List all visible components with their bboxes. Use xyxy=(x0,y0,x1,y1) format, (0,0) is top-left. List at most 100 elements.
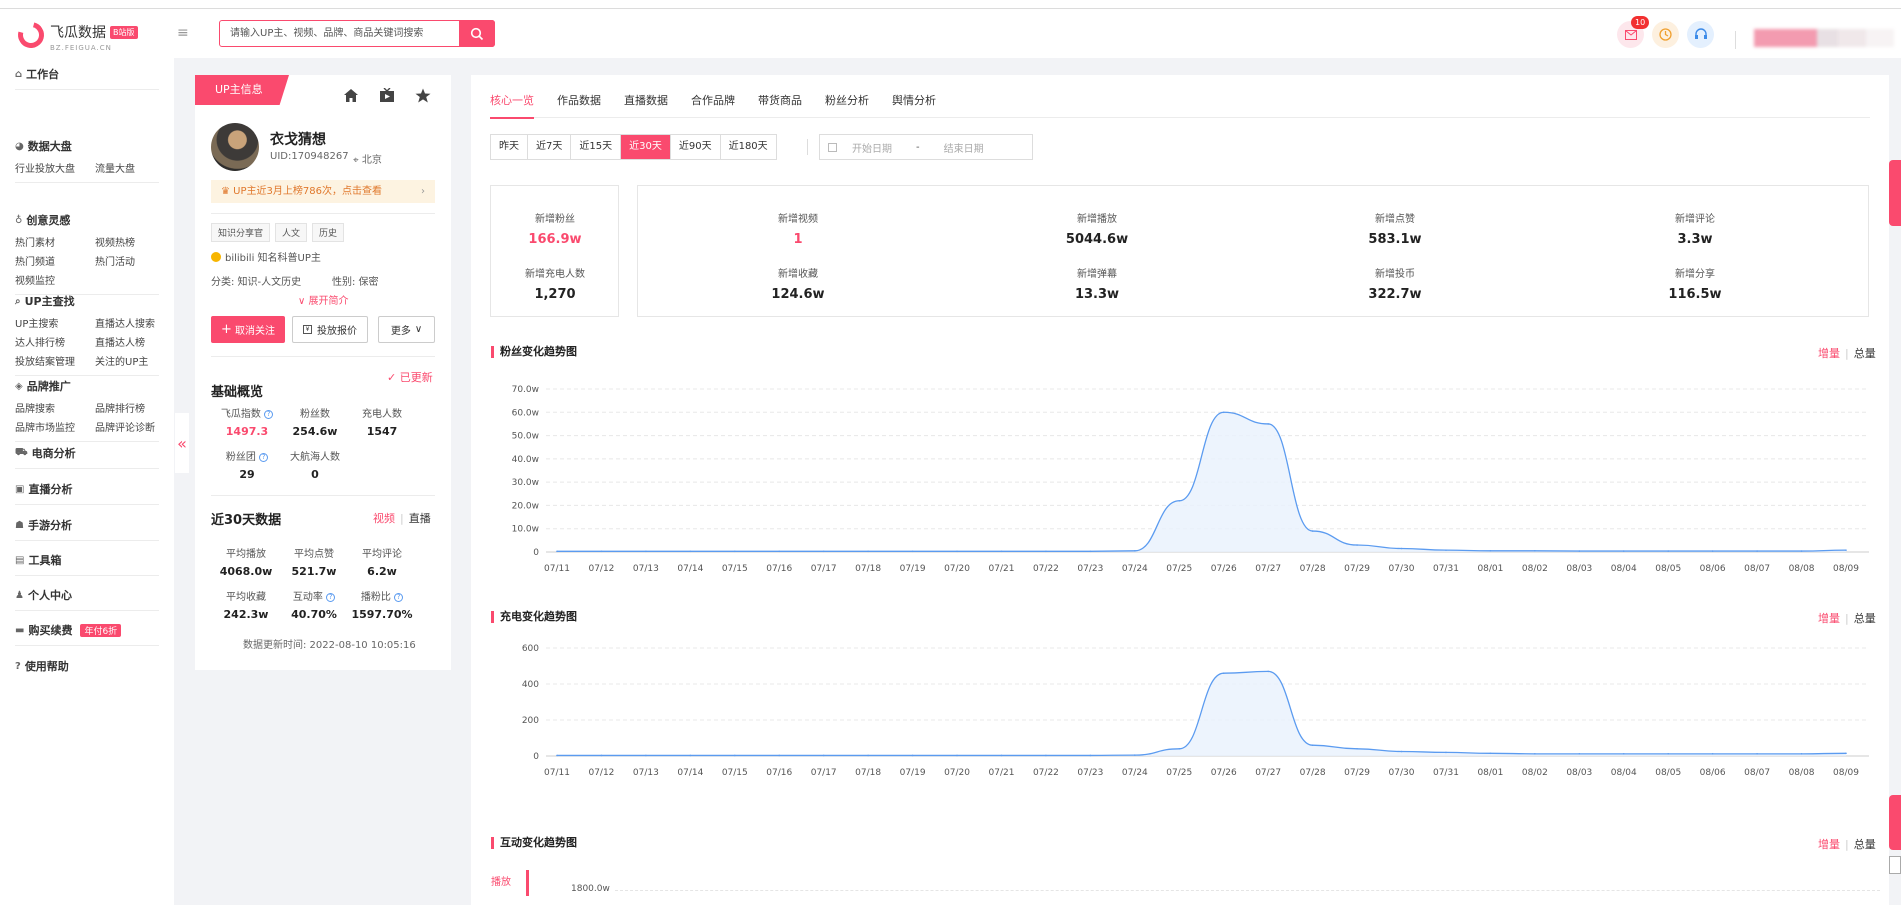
sidebar-link[interactable]: 投放结案管理 xyxy=(15,353,95,368)
data-point[interactable] xyxy=(1622,550,1625,552)
data-point[interactable] xyxy=(733,550,736,553)
message-button[interactable]: 10 xyxy=(1617,16,1650,48)
data-point[interactable] xyxy=(1134,754,1136,756)
sidebar-link[interactable]: 视频热榜 xyxy=(95,234,159,249)
data-point[interactable] xyxy=(689,550,692,553)
ad-quote-button[interactable]: ¥ 投放报价 xyxy=(292,316,368,343)
sidebar-link[interactable]: 达人排行榜 xyxy=(15,334,95,349)
sidebar-item-cart[interactable]: ⛟ 电商分析 xyxy=(15,445,159,461)
video-icon[interactable] xyxy=(376,86,398,104)
data-point[interactable] xyxy=(1222,411,1225,414)
tab-6[interactable]: 舆情分析 xyxy=(892,92,936,118)
date-start[interactable]: 开始日期 xyxy=(852,140,892,155)
data-point[interactable] xyxy=(1489,752,1492,755)
data-point[interactable] xyxy=(1000,550,1003,553)
data-point[interactable] xyxy=(1845,549,1847,551)
up-tag[interactable]: 人文 xyxy=(275,223,308,242)
data-point[interactable] xyxy=(822,550,825,553)
sidebar-link[interactable]: 品牌市场监控 xyxy=(15,419,95,434)
data-point[interactable] xyxy=(1445,751,1447,754)
side-float-service[interactable] xyxy=(1889,795,1901,850)
data-point[interactable] xyxy=(1711,550,1714,552)
data-point[interactable] xyxy=(1800,753,1803,755)
data-point[interactable] xyxy=(1134,550,1136,552)
tab-4[interactable]: 带货商品 xyxy=(758,92,802,118)
user-account-blurred[interactable] xyxy=(1754,29,1894,47)
data-point[interactable] xyxy=(645,754,647,757)
tab-5[interactable]: 粉丝分析 xyxy=(825,92,869,118)
support-button[interactable] xyxy=(1687,21,1714,48)
data-point[interactable] xyxy=(1800,550,1803,552)
data-point[interactable] xyxy=(1711,753,1714,755)
data-point[interactable] xyxy=(1534,753,1536,755)
range-option[interactable]: 近30天 xyxy=(621,135,671,159)
date-end[interactable]: 结束日期 xyxy=(944,140,984,155)
sidebar-link[interactable]: 热门频道 xyxy=(15,253,95,268)
switch-total[interactable]: 总量 xyxy=(1854,347,1876,360)
sidebar-link[interactable]: 品牌排行榜 xyxy=(95,400,159,415)
switch-increase[interactable]: 增量 xyxy=(1818,838,1840,851)
data-point[interactable] xyxy=(778,550,781,553)
help-icon[interactable]: ? xyxy=(394,593,404,602)
sidebar-link[interactable]: 品牌评论诊断 xyxy=(95,419,159,434)
help-icon[interactable]: ? xyxy=(326,593,336,602)
data-point[interactable] xyxy=(1267,670,1269,673)
sidebar-link[interactable]: 视频监控 xyxy=(15,272,95,287)
data-point[interactable] xyxy=(733,754,736,757)
sidebar-item-bulb[interactable]: ♁ 创意灵感 xyxy=(15,212,159,228)
data-point[interactable] xyxy=(1356,748,1358,750)
data-point[interactable] xyxy=(956,550,958,553)
switch-increase[interactable]: 增量 xyxy=(1818,347,1840,360)
data-point[interactable] xyxy=(556,754,558,757)
range-option[interactable]: 近7天 xyxy=(528,135,572,159)
search-input[interactable] xyxy=(220,21,458,46)
data-point[interactable] xyxy=(1578,753,1581,755)
data-point[interactable] xyxy=(1045,550,1047,553)
side-float-tab[interactable] xyxy=(1889,160,1901,226)
data-point[interactable] xyxy=(1045,754,1047,757)
data-point[interactable] xyxy=(689,754,692,757)
sidebar-item-toolbox[interactable]: ▤ 工具箱 xyxy=(15,552,159,568)
range-option[interactable]: 近180天 xyxy=(721,135,776,159)
data-point[interactable] xyxy=(778,754,781,757)
data-point[interactable] xyxy=(1845,752,1847,755)
up-tag[interactable]: 知识分享官 xyxy=(211,223,271,242)
data-point[interactable] xyxy=(1178,748,1181,750)
data-point[interactable] xyxy=(1667,753,1670,755)
search-button[interactable] xyxy=(459,20,495,47)
data-point[interactable] xyxy=(867,550,869,553)
side-float-qr-icon[interactable] xyxy=(1889,856,1901,874)
sidebar-item-help[interactable]: ? 使用帮助 xyxy=(15,658,159,674)
sidebar-link[interactable]: 直播达人榜 xyxy=(95,334,159,349)
data-point[interactable] xyxy=(822,754,825,757)
data-point[interactable] xyxy=(1756,753,1758,755)
data-point[interactable] xyxy=(911,550,914,553)
data-point[interactable] xyxy=(956,754,958,757)
sidebar-link[interactable]: 热门活动 xyxy=(95,253,159,268)
data-point[interactable] xyxy=(1311,744,1314,746)
history-button[interactable] xyxy=(1652,21,1679,48)
collapse-panel-icon[interactable]: « xyxy=(175,413,189,473)
data-point[interactable] xyxy=(1089,550,1092,553)
range-option[interactable]: 近90天 xyxy=(671,135,721,159)
help-icon[interactable]: ? xyxy=(259,453,269,462)
tab-0[interactable]: 核心一览 xyxy=(490,92,534,119)
brand-logo[interactable]: 飞瓜数据 B站版 BZ.FEIGUA.CN xyxy=(13,17,138,53)
range-option[interactable]: 昨天 xyxy=(491,135,528,159)
sidebar-link[interactable]: 行业投放大盘 xyxy=(15,160,95,175)
data-point[interactable] xyxy=(1622,753,1625,755)
switch-live[interactable]: 直播 xyxy=(409,512,431,525)
sidebar-link[interactable]: UP主搜索 xyxy=(15,315,95,330)
expand-intro-link[interactable]: ∨ 展开简介 xyxy=(298,292,349,307)
data-point[interactable] xyxy=(1756,550,1758,552)
date-picker[interactable]: 开始日期 - 结束日期 xyxy=(819,134,1033,160)
sidebar-item-home[interactable]: ⌂ 工作台 xyxy=(15,66,159,82)
switch-increase[interactable]: 增量 xyxy=(1818,612,1840,625)
data-point[interactable] xyxy=(1311,530,1314,532)
data-point[interactable] xyxy=(1489,550,1492,552)
sidebar-item-diamond[interactable]: ◈ 品牌推广 xyxy=(15,378,159,394)
data-point[interactable] xyxy=(1000,754,1003,757)
sidebar-item-search[interactable]: ⌕ UP主查找 xyxy=(15,293,159,309)
tab-3[interactable]: 合作品牌 xyxy=(691,92,735,118)
sidebar-link[interactable]: 关注的UP主 xyxy=(95,353,159,368)
